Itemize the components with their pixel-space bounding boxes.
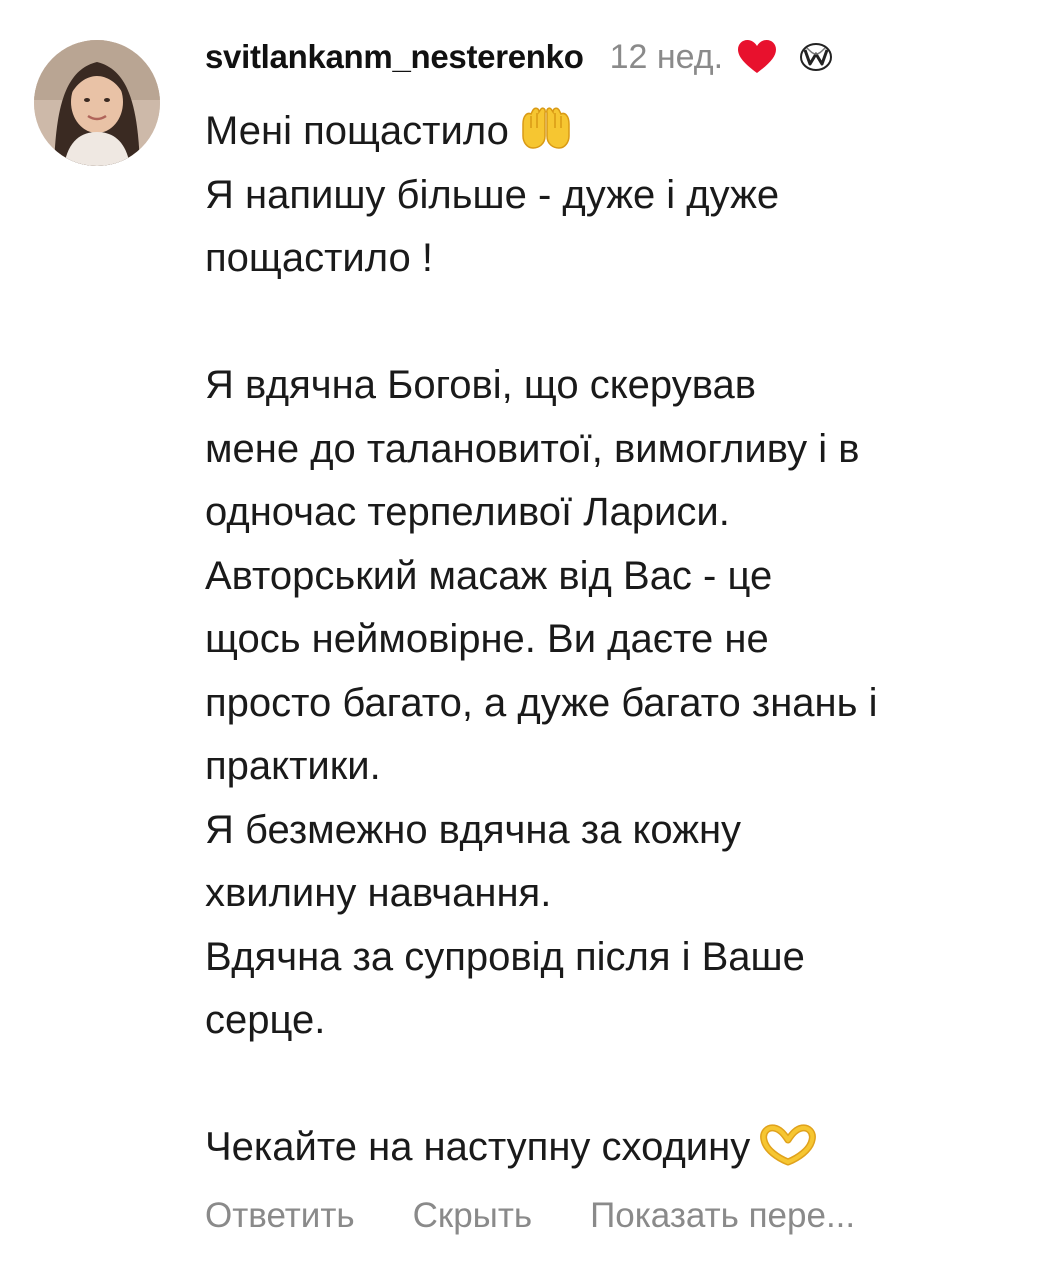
comment-line: одночас терпеливої Лариси. [205,490,730,534]
comment-line: пощастило ! [205,236,433,280]
hide-button[interactable]: Скрыть [413,1196,532,1236]
show-translation-button[interactable]: Показать пере... [590,1196,855,1236]
timestamp: 12 нед. [609,37,724,76]
badge-icon [799,42,833,72]
heart-hands-icon [760,1122,817,1186]
comment-text: Мені пощастило Я напишу більше - дуже і … [205,100,1045,1180]
avatar[interactable] [34,40,160,166]
comment-line: просто багато, а дуже багато знань і [205,680,878,725]
comment-line: Чекайте на наступну сходину [205,1116,1045,1180]
comment-line: Я напишу більше - дуже і дуже [205,172,780,217]
comment-line: серце. [205,998,326,1042]
comment-line: Вдячна за супровід після і Ваше [205,934,805,979]
comment-line: Мені пощастило [205,100,1045,164]
comment: svitlankanm_nesterenko 12 нед. Мені поща… [0,0,1058,1280]
username[interactable]: svitlankanm_nesterenko [205,38,584,76]
comment-header: svitlankanm_nesterenko 12 нед. [205,32,833,82]
comment-actions: Ответить Скрыть Показать пере... [205,1196,855,1236]
palms-up-together-icon [519,106,573,170]
comment-line: Я вдячна Богові, що скерував [205,363,757,407]
comment-line: практики. [205,744,381,788]
comment-line: хвилину навчання. [205,871,552,915]
comment-line: Авторський масаж від Вас - це [205,553,773,598]
reply-button[interactable]: Ответить [205,1196,355,1236]
heart-icon[interactable] [737,39,777,75]
comment-line: щось неймовірне. Ви даєте не [205,617,769,661]
avatar-photo [34,40,160,166]
comment-line: Я безмежно вдячна за кожну [205,807,742,852]
comment-line: мене до талановитої, вимогливу і в [205,426,860,471]
